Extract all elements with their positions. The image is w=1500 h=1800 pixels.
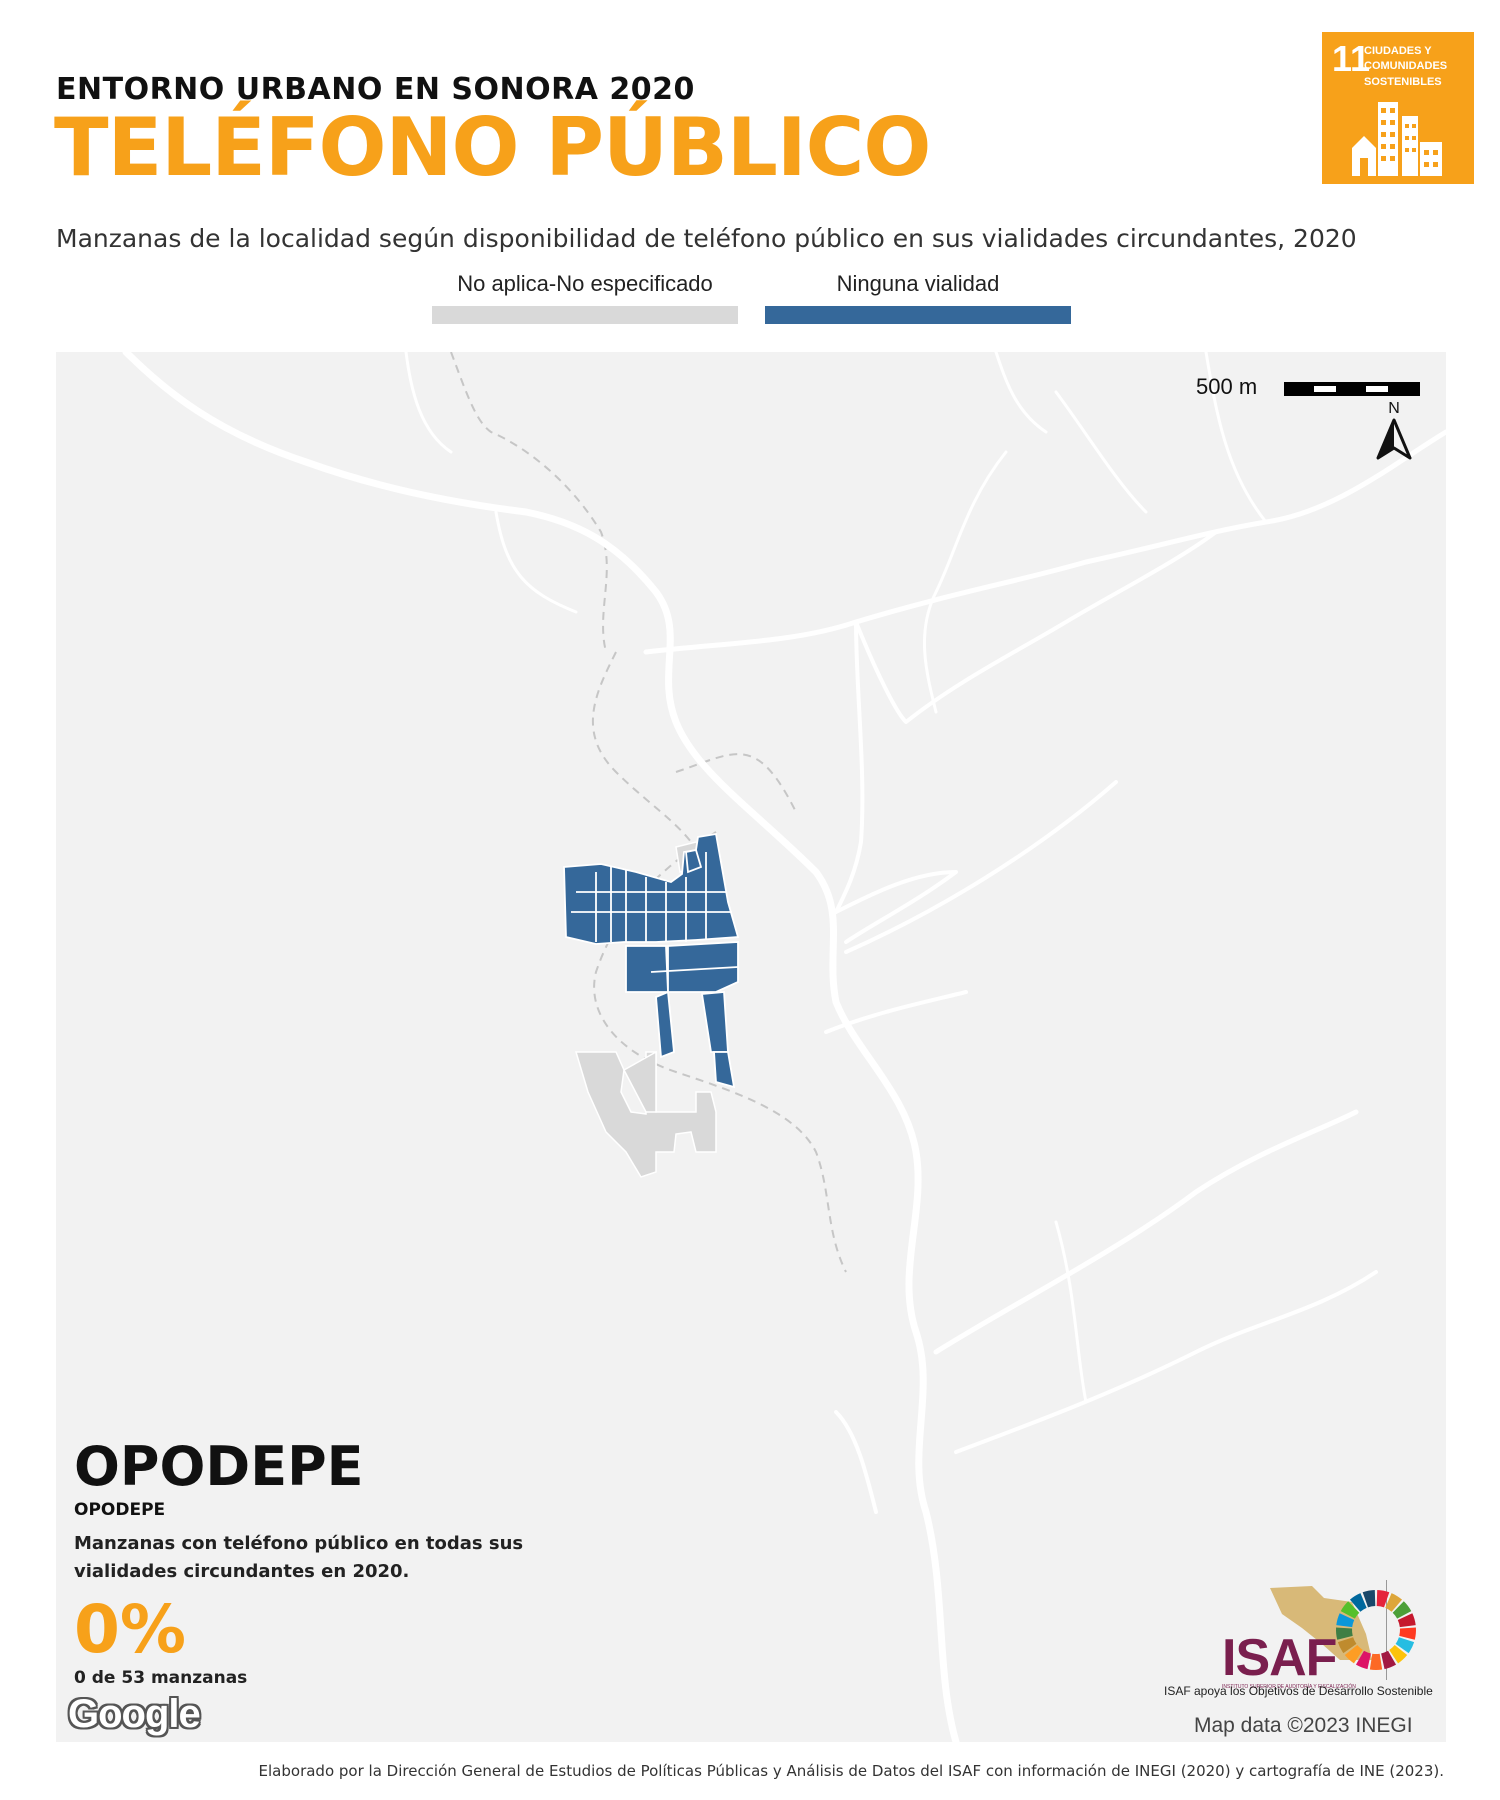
city-buildings-icon — [1352, 102, 1442, 176]
north-label: N — [1388, 400, 1400, 417]
subtitle: Manzanas de la localidad según disponibi… — [56, 224, 1357, 253]
sdg-11-badge: 11 CIUDADES Y COMUNIDADES SOSTENIBLES — [1322, 32, 1474, 184]
sdg-wheel-segment — [1336, 1627, 1353, 1640]
legend-swatch-na — [432, 306, 738, 324]
sdg-caption: ISAF apoya los Objetivos de Desarrollo S… — [1164, 1684, 1433, 1698]
sdg-badge-text: CIUDADES Y COMUNIDADES SOSTENIBLES — [1364, 45, 1448, 88]
page-title: TELÉFONO PÚBLICO — [54, 101, 931, 194]
scale-label: 500 m — [1196, 374, 1258, 399]
map-attribution: Map data ©2023 INEGI — [1194, 1714, 1413, 1737]
legend-label-none: Ninguna vialidad — [836, 271, 1000, 296]
summary-count: 0 de 53 manzanas — [74, 1668, 248, 1689]
place-name-small: OPODEPE — [74, 1500, 166, 1520]
sdg-wheel-icon — [1336, 1590, 1416, 1670]
north-arrow-icon: N — [1374, 400, 1414, 467]
footer-credit: Elaborado por la Dirección General de Es… — [258, 1762, 1444, 1780]
scale-bar-graphic — [1284, 382, 1420, 396]
sdg-wheel-segment — [1399, 1627, 1416, 1640]
summary-percent: 0% — [74, 1590, 187, 1668]
legend-label-na: No aplica-No especificado — [457, 271, 713, 296]
legend-item-na: No aplica-No especificado — [432, 270, 738, 324]
summary-panel: OPODEPE OPODEPE Manzanas con teléfono pú… — [74, 1435, 574, 1689]
google-logo: Google — [68, 1692, 201, 1736]
place-name-large: OPODEPE — [74, 1435, 364, 1498]
blocks-none — [563, 832, 740, 1089]
summary-description: Manzanas con teléfono público en todas s… — [74, 1533, 524, 1582]
legend: No aplica-No especificado Ninguna vialid… — [0, 270, 1500, 330]
legend-item-none: Ninguna vialidad — [765, 270, 1071, 324]
sdg-wheel-segment — [1369, 1653, 1383, 1670]
map[interactable]: 500 m N OPODEPE OPODEPE Manzanas con tel… — [56, 352, 1446, 1742]
isaf-wordmark: ISAF — [1222, 1629, 1337, 1687]
legend-swatch-none — [765, 306, 1071, 324]
